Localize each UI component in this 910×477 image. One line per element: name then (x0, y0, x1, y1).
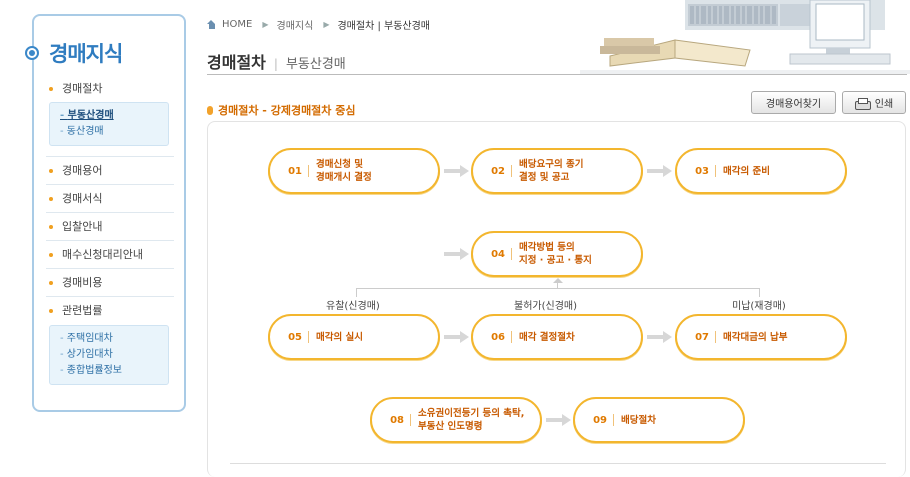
breadcrumb: HOME ▶ 경매지식 ▶ 경매절차 | 부동산경매 (207, 17, 430, 32)
step-number: 06 (491, 331, 505, 343)
submenu-item-legal-info[interactable]: 종합법률정보 (60, 363, 168, 379)
step-divider (511, 331, 512, 343)
sidebar-title: 경매지식 (25, 38, 123, 68)
chevron-right-icon: ▶ (323, 20, 330, 29)
sidebar-item-label: 경매서식 (62, 192, 103, 205)
step-divider (308, 165, 309, 177)
step-02: 02 배당요구의 종기 결정 및 공고 (471, 148, 643, 194)
step-number: 02 (491, 165, 505, 177)
submenu-item-housing-lease[interactable]: 주택임대차 (60, 331, 168, 347)
sidebar-item-label: 관련법률 (62, 304, 103, 317)
connector-line (356, 288, 759, 289)
print-button-label: 인쇄 (874, 99, 894, 110)
breadcrumb-home[interactable]: HOME (222, 19, 252, 30)
submenu-procedure: 부동산경매 동산경매 (49, 102, 169, 146)
submenu-item-commercial-lease[interactable]: 상가임대차 (60, 347, 168, 363)
arrow-right-icon (444, 248, 470, 260)
sidebar-item-label: 경매용어 (62, 164, 103, 177)
branch-label-middle: 불허가(신경매) (514, 301, 578, 312)
step-label: 배당절차 (621, 414, 656, 426)
step-06: 06 매각 결정절차 (471, 314, 643, 360)
home-icon (207, 20, 216, 29)
sidebar-item-terms[interactable]: 경매용어 (46, 157, 174, 185)
connector-line (759, 288, 760, 297)
step-divider (511, 248, 512, 260)
step-label: 배당요구의 종기 결정 및 공고 (519, 159, 584, 183)
branch-label-right: 미납(재경매) (732, 301, 786, 312)
step-label: 매각방법 등의 지정 · 공고 · 통지 (519, 242, 592, 266)
step-label: 매각의 준비 (723, 165, 771, 177)
sidebar-item-bidding[interactable]: 입찰안내 (46, 213, 174, 241)
step-divider (715, 331, 716, 343)
divider (230, 463, 886, 464)
sidebar-item-proxy[interactable]: 매수신청대리안내 (46, 241, 174, 269)
step-07: 07 매각대금의 납부 (675, 314, 847, 360)
arrow-up-icon (553, 278, 563, 286)
sidebar-item-label: 입찰안내 (62, 220, 103, 233)
section-bullet-icon (207, 105, 213, 115)
step-04: 04 매각방법 등의 지정 · 공고 · 통지 (471, 231, 643, 277)
step-label: 소유권이전등기 등의 촉탁, 부동산 인도명령 (418, 408, 525, 432)
step-number: 04 (491, 248, 505, 260)
step-08: 08 소유권이전등기 등의 촉탁, 부동산 인도명령 (370, 397, 542, 443)
arrow-right-icon (546, 414, 572, 426)
connector-line (356, 288, 357, 297)
step-number: 09 (593, 414, 607, 426)
branch-label-left: 유찰(신경매) (326, 301, 380, 312)
submenu-item-real-estate[interactable]: 부동산경매 (60, 108, 168, 124)
step-label: 매각 결정절차 (519, 331, 575, 343)
step-divider (613, 414, 614, 426)
step-number: 01 (288, 165, 302, 177)
connector-line (557, 280, 558, 288)
step-number: 05 (288, 331, 302, 343)
step-01: 01 경매신청 및 경매개시 결정 (268, 148, 440, 194)
arrow-right-icon (444, 165, 470, 177)
step-number: 03 (695, 165, 709, 177)
step-number: 07 (695, 331, 709, 343)
sidebar-item-costs[interactable]: 경매비용 (46, 269, 174, 297)
step-label: 매각의 실시 (316, 331, 364, 343)
printer-icon (854, 97, 871, 110)
arrow-right-icon (647, 165, 673, 177)
submenu-laws: 주택임대차 상가임대차 종합법률정보 (49, 325, 169, 385)
sidebar-item-label: 경매비용 (62, 276, 103, 289)
page-title-sub: 부동산경매 (285, 57, 346, 72)
glossary-button-label: 경매용어찾기 (765, 99, 822, 110)
step-divider (308, 331, 309, 343)
glossary-search-button[interactable]: 경매용어찾기 (751, 91, 836, 114)
arrow-right-icon (444, 331, 470, 343)
section-title: 경매절차 - 강제경매절차 중심 (207, 102, 356, 118)
page-title-main: 경매절차 (207, 53, 266, 72)
step-divider (715, 165, 716, 177)
step-03: 03 매각의 준비 (675, 148, 847, 194)
chevron-right-icon: ▶ (262, 20, 269, 29)
divider (207, 74, 907, 75)
library-illustration (580, 0, 910, 74)
step-05: 05 매각의 실시 (268, 314, 440, 360)
circle-bullet-icon (25, 46, 39, 60)
sidebar-item-auction-procedure[interactable]: 경매절차 (46, 78, 174, 100)
sidebar-item-label: 경매절차 (62, 82, 103, 95)
sidebar-menu: 경매절차 부동산경매 동산경매 경매용어 경매서식 입찰안내 매수신청대리안내 … (46, 78, 174, 395)
step-divider (511, 165, 512, 177)
section-title-text: 경매절차 - 강제경매절차 중심 (218, 104, 356, 117)
step-09: 09 배당절차 (573, 397, 745, 443)
step-divider (410, 414, 411, 426)
sidebar-title-text: 경매지식 (49, 42, 123, 66)
sidebar-item-laws[interactable]: 관련법률 (46, 297, 174, 325)
arrow-right-icon (647, 331, 673, 343)
print-button[interactable]: 인쇄 (842, 91, 906, 114)
title-separator: | (273, 57, 278, 71)
breadcrumb-level1[interactable]: 경매지식 (277, 17, 314, 32)
step-number: 08 (390, 414, 404, 426)
breadcrumb-level2: 경매절차 | 부동산경매 (337, 21, 430, 32)
sidebar: 경매지식 경매절차 부동산경매 동산경매 경매용어 경매서식 입찰안내 매수신청… (25, 14, 186, 412)
page-title: 경매절차 | 부동산경매 (207, 49, 346, 73)
submenu-item-movables[interactable]: 동산경매 (60, 124, 168, 140)
sidebar-item-forms[interactable]: 경매서식 (46, 185, 174, 213)
step-label: 매각대금의 납부 (723, 331, 788, 343)
sidebar-item-label: 매수신청대리안내 (62, 248, 143, 261)
step-label: 경매신청 및 경매개시 결정 (316, 159, 372, 183)
